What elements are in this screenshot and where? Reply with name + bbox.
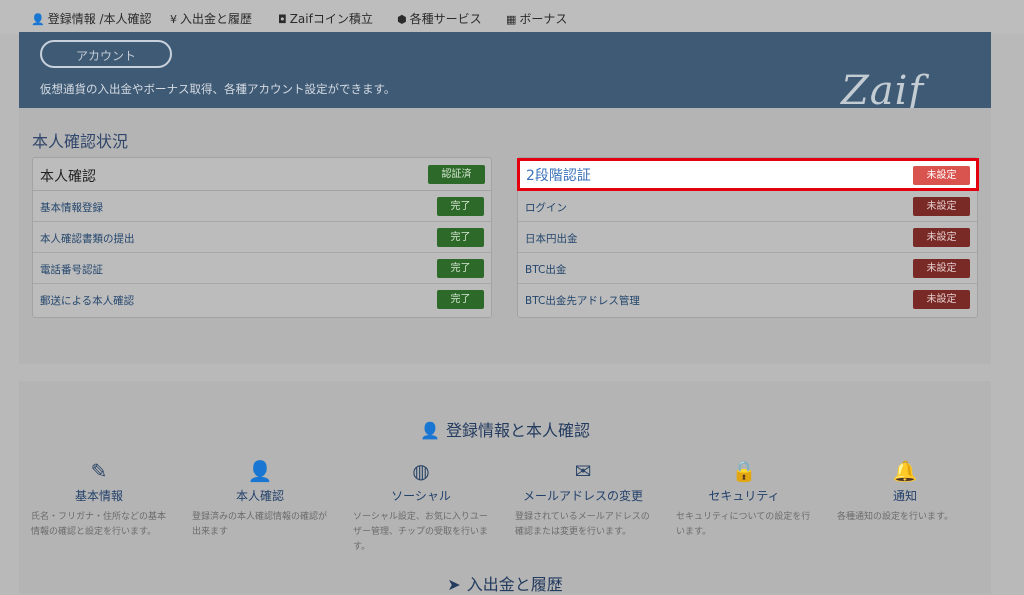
- coin-icon: ◘: [278, 13, 287, 26]
- feature-title[interactable]: 通知: [825, 487, 985, 504]
- list-item[interactable]: ログイン 未設定: [518, 191, 977, 222]
- list-item[interactable]: 電話番号認証 完了: [33, 253, 491, 284]
- status-badge: 未設定: [913, 166, 970, 185]
- row-label[interactable]: 基本情報登録: [40, 200, 103, 215]
- card-header: 本人確認 認証済: [33, 158, 491, 191]
- account-banner: アカウント 仮想通貨の入出金やボーナス取得、各種アカウント設定ができます。 Za…: [19, 32, 991, 114]
- status-badge: 完了: [437, 228, 484, 247]
- nav-item-label: 登録情報 /本人確認: [47, 12, 152, 26]
- banner-description: 仮想通貨の入出金やボーナス取得、各種アカウント設定ができます。: [40, 82, 396, 96]
- identity-card: 本人確認 認証済 基本情報登録 完了 本人確認書類の提出 完了 電話番号認証 完…: [32, 157, 492, 318]
- feature-title[interactable]: メールアドレスの変更: [503, 487, 663, 504]
- nav-item-label: ボーナス: [519, 12, 568, 26]
- nav-item-account[interactable]: 👤 登録情報 /本人確認: [31, 10, 152, 27]
- nav-item-label: 各種サービス: [409, 12, 482, 26]
- feature-description: 登録済みの本人確認情報の確認が出来ます: [192, 512, 328, 537]
- status-badge: 未設定: [913, 197, 970, 216]
- list-item[interactable]: 郵送による本人確認 完了: [33, 284, 491, 315]
- top-nav: 👤 登録情報 /本人確認 ¥ 入出金と履歴 ◘ Zaifコイン積立 ⬢ 各種サービス ▦…: [0, 0, 1024, 34]
- section-heading: ➤ 入出金と履歴: [19, 571, 991, 595]
- status-badge: 認証済: [428, 165, 485, 184]
- list-item[interactable]: BTC出金 未設定: [518, 253, 977, 284]
- status-badge: 未設定: [913, 228, 970, 247]
- feature-description: 登録されているメールアドレスの確認または変更を行います。: [515, 512, 650, 537]
- nav-item-label: 入出金と履歴: [180, 12, 253, 26]
- yen-icon: ¥: [170, 13, 177, 26]
- list-item[interactable]: 日本円出金 未設定: [518, 222, 977, 253]
- envelope-icon: ✉: [574, 459, 592, 483]
- pencil-icon: ✎: [90, 459, 108, 483]
- settings-panel: 👤 登録情報と本人確認 ✎ 基本情報 氏名・フリガナ・住所などの基本情報の確認と設…: [19, 381, 991, 594]
- feature-notification[interactable]: 🔔 通知 各種通知の設定を行います。: [825, 459, 985, 525]
- status-badge: 未設定: [913, 259, 970, 278]
- section-heading-text: 登録情報と本人確認: [445, 421, 590, 440]
- feature-description: 氏名・フリガナ・住所などの基本情報の確認と設定を行います。: [31, 512, 167, 537]
- row-label[interactable]: 電話番号認証: [40, 262, 103, 277]
- status-badge: 未設定: [913, 290, 970, 309]
- section-title: 本人確認状況: [32, 132, 129, 151]
- row-label[interactable]: 日本円出金: [525, 231, 578, 246]
- list-item[interactable]: 本人確認書類の提出 完了: [33, 222, 491, 253]
- nav-item-bonus[interactable]: ▦ ボーナス: [506, 10, 567, 27]
- bell-icon: 🔔: [892, 459, 918, 483]
- feature-description: ソーシャル設定、お気に入りユーザー管理、チップの受取を行います。: [353, 512, 489, 552]
- status-badge: 完了: [437, 259, 484, 278]
- feature-description: 各種通知の設定を行います。: [837, 512, 954, 522]
- nav-item-services[interactable]: ⬢ 各種サービス: [397, 10, 482, 27]
- two-factor-title[interactable]: 2段階認証: [526, 165, 591, 185]
- nav-item-coin[interactable]: ◘ Zaifコイン積立: [278, 10, 373, 27]
- verification-status-panel: 本人確認状況 本人確認 認証済 基本情報登録 完了 本人確認書類の提出 完了 電…: [19, 108, 991, 364]
- user-icon: 👤: [31, 13, 45, 26]
- feature-title[interactable]: ソーシャル: [341, 487, 501, 504]
- row-label[interactable]: ログイン: [525, 200, 567, 215]
- feature-title[interactable]: 本人確認: [180, 487, 340, 504]
- send-icon: ➤: [447, 575, 461, 594]
- globe-icon: ◍: [412, 459, 430, 483]
- card-header-title: 本人確認: [40, 169, 96, 185]
- row-label[interactable]: 本人確認書類の提出: [40, 231, 135, 246]
- user-icon: 👤: [420, 421, 440, 440]
- user-icon: 👤: [247, 459, 273, 483]
- feature-basic-info[interactable]: ✎ 基本情報 氏名・フリガナ・住所などの基本情報の確認と設定を行います。: [19, 459, 179, 540]
- two-factor-header-highlight[interactable]: 2段階認証 未設定: [517, 158, 979, 191]
- section-heading: 👤 登録情報と本人確認: [19, 417, 991, 441]
- section-heading-text: 入出金と履歴: [466, 575, 563, 594]
- feature-social[interactable]: ◍ ソーシャル ソーシャル設定、お気に入りユーザー管理、チップの受取を行います。: [341, 459, 501, 555]
- feature-email[interactable]: ✉ メールアドレスの変更 登録されているメールアドレスの確認または変更を行います…: [503, 459, 663, 540]
- nav-item-deposit[interactable]: ¥ 入出金と履歴: [170, 10, 252, 27]
- nav-item-label: Zaifコイン積立: [289, 12, 373, 26]
- account-button[interactable]: アカウント: [40, 40, 172, 68]
- feature-security[interactable]: 🔒 セキュリティ セキュリティについての設定を行います。: [664, 459, 824, 540]
- status-badge: 完了: [437, 290, 484, 309]
- list-item[interactable]: BTC出金先アドレス管理 未設定: [518, 284, 977, 315]
- feature-title[interactable]: セキュリティ: [664, 487, 824, 504]
- row-label[interactable]: BTC出金先アドレス管理: [525, 293, 640, 308]
- feature-title[interactable]: 基本情報: [19, 487, 179, 504]
- gift-icon: ▦: [506, 13, 517, 26]
- status-badge: 完了: [437, 197, 484, 216]
- row-label[interactable]: BTC出金: [525, 262, 566, 277]
- lock-icon: 🔒: [731, 459, 757, 483]
- tags-icon: ⬢: [397, 13, 407, 26]
- feature-description: セキュリティについての設定を行います。: [676, 512, 811, 537]
- row-label[interactable]: 郵送による本人確認: [40, 293, 134, 308]
- feature-identity[interactable]: 👤 本人確認 登録済みの本人確認情報の確認が出来ます: [180, 459, 340, 540]
- list-item[interactable]: 基本情報登録 完了: [33, 191, 491, 222]
